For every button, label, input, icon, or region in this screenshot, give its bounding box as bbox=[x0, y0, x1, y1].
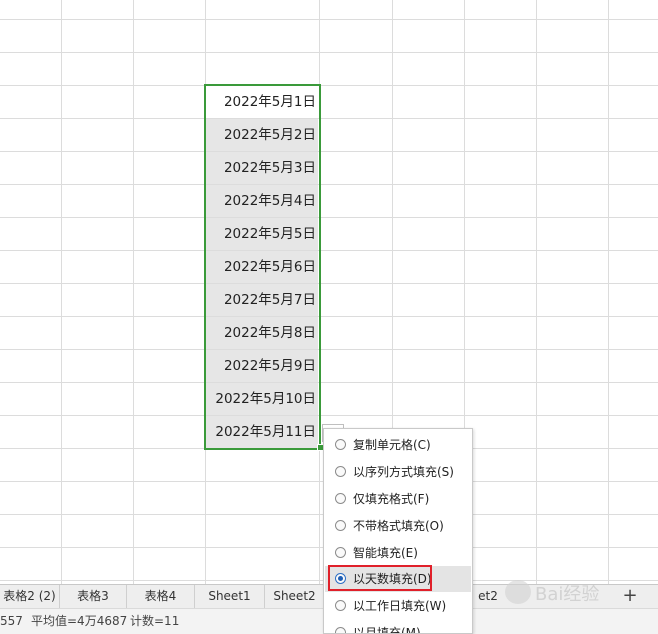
date-cell[interactable]: 2022年5月2日 bbox=[206, 119, 318, 151]
grid-column-line bbox=[319, 0, 320, 584]
menu-item-fill-format-only[interactable]: 仅填充格式(F) bbox=[325, 486, 471, 512]
date-cell[interactable]: 2022年5月9日 bbox=[206, 350, 318, 382]
date-cell[interactable]: 2022年5月4日 bbox=[206, 185, 318, 217]
add-sheet-icon[interactable]: + bbox=[620, 585, 640, 608]
menu-item-label: 不带格式填充(O) bbox=[353, 519, 444, 533]
menu-item-label: 以天数填充(D) bbox=[353, 572, 432, 586]
date-cell[interactable]: 2022年5月11日 bbox=[206, 416, 318, 448]
grid-row-line bbox=[0, 316, 658, 317]
menu-item-label: 以序列方式填充(S) bbox=[353, 465, 454, 479]
autofill-options-menu: 复制单元格(C) 以序列方式填充(S) 仅填充格式(F) 不带格式填充(O) 智… bbox=[323, 428, 473, 634]
radio-icon bbox=[335, 439, 346, 450]
date-cell[interactable]: 2022年5月10日 bbox=[206, 383, 318, 415]
grid-row-line bbox=[0, 250, 658, 251]
date-cell[interactable]: 2022年5月7日 bbox=[206, 284, 318, 316]
radio-icon bbox=[335, 493, 346, 504]
sheet-tab[interactable]: 表格4 bbox=[127, 585, 195, 608]
menu-item-label: 仅填充格式(F) bbox=[353, 492, 430, 506]
sheet-tab[interactable]: Sheet2 bbox=[265, 585, 325, 608]
grid-row-line bbox=[0, 382, 658, 383]
menu-item-smart-fill[interactable]: 智能填充(E) bbox=[325, 540, 471, 566]
sheet-tab[interactable]: Sheet1 bbox=[195, 585, 265, 608]
menu-item-label: 以月填充(M) bbox=[353, 626, 421, 634]
status-sum: 557 bbox=[0, 614, 23, 628]
grid-row-line bbox=[0, 283, 658, 284]
grid-column-line bbox=[133, 0, 134, 584]
radio-selected-icon bbox=[335, 573, 346, 584]
menu-item-copy-cells[interactable]: 复制单元格(C) bbox=[325, 432, 471, 458]
menu-item-label: 以工作日填充(W) bbox=[353, 599, 447, 613]
sheet-tab[interactable]: 表格2 (2) bbox=[0, 585, 60, 608]
grid-row-line bbox=[0, 52, 658, 53]
grid-column-line bbox=[536, 0, 537, 584]
date-cell[interactable]: 2022年5月5日 bbox=[206, 218, 318, 250]
menu-item-fill-months[interactable]: 以月填充(M) bbox=[325, 620, 471, 634]
date-cell[interactable]: 2022年5月8日 bbox=[206, 317, 318, 349]
date-cell[interactable]: 2022年5月3日 bbox=[206, 152, 318, 184]
grid-row-line bbox=[0, 415, 658, 416]
grid-row-line bbox=[0, 85, 658, 86]
status-average: 平均值=4万4687 bbox=[31, 614, 128, 628]
grid-row-line bbox=[0, 217, 658, 218]
grid-row-line bbox=[0, 349, 658, 350]
radio-icon bbox=[335, 627, 346, 633]
menu-item-fill-without-format[interactable]: 不带格式填充(O) bbox=[325, 513, 471, 539]
menu-item-fill-series[interactable]: 以序列方式填充(S) bbox=[325, 459, 471, 485]
date-cell[interactable]: 2022年5月6日 bbox=[206, 251, 318, 283]
menu-item-label: 复制单元格(C) bbox=[353, 438, 431, 452]
grid-column-line bbox=[608, 0, 609, 584]
radio-icon bbox=[335, 466, 346, 477]
sheet-tab[interactable]: 表格3 bbox=[60, 585, 127, 608]
date-cell[interactable]: 2022年5月1日 bbox=[206, 86, 318, 118]
radio-icon bbox=[335, 520, 346, 531]
menu-item-fill-weekdays[interactable]: 以工作日填充(W) bbox=[325, 593, 471, 619]
radio-icon bbox=[335, 600, 346, 611]
grid-row-line bbox=[0, 19, 658, 20]
grid-row-line bbox=[0, 184, 658, 185]
grid-row-line bbox=[0, 118, 658, 119]
sheet-tab[interactable]: et2 bbox=[473, 585, 503, 608]
status-count: 计数=11 bbox=[130, 614, 180, 628]
menu-item-label: 智能填充(E) bbox=[353, 546, 418, 560]
menu-item-fill-days[interactable]: 以天数填充(D) bbox=[325, 566, 471, 592]
radio-icon bbox=[335, 547, 346, 558]
grid-column-line bbox=[61, 0, 62, 584]
grid-row-line bbox=[0, 151, 658, 152]
